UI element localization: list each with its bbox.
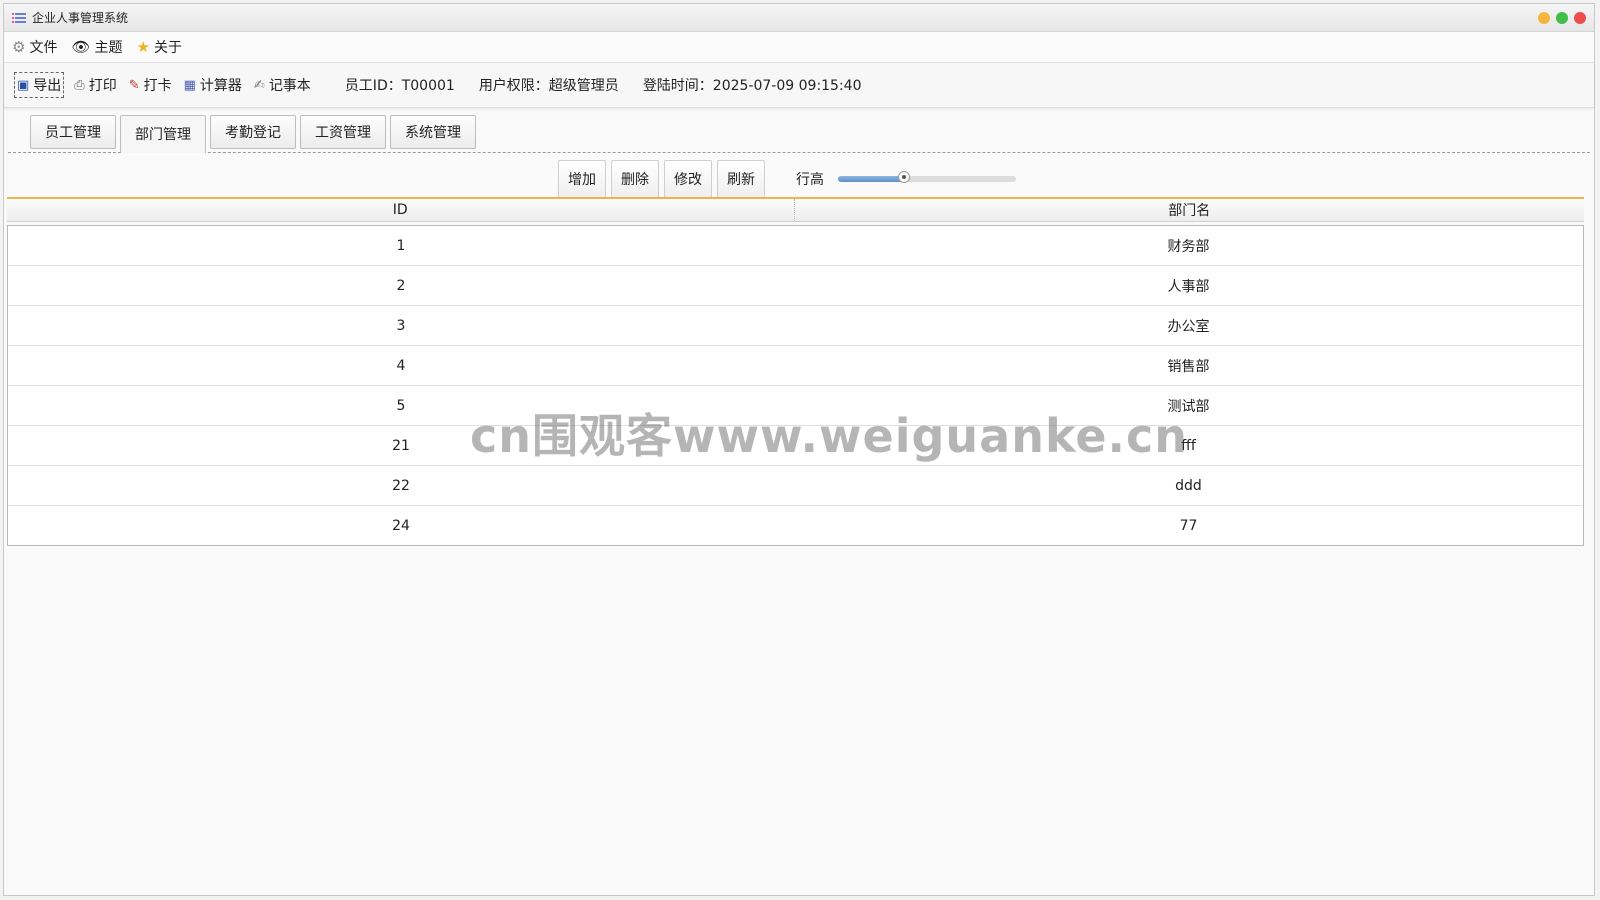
table-header: ID 部门名 — [7, 199, 1584, 222]
cell-department-name: 财务部 — [1167, 238, 1210, 255]
column-header-name[interactable]: 部门名 — [793, 199, 1585, 221]
cell-department-name: 销售部 — [1167, 358, 1210, 375]
cell-department-name: fff — [1181, 437, 1196, 454]
cell-id: 22 — [392, 477, 410, 494]
star-icon: ★ — [136, 37, 150, 56]
menu-item-label: 文件 — [29, 40, 58, 56]
add-button[interactable]: 增加 — [558, 160, 606, 198]
table-row[interactable]: 24 77 — [8, 506, 1583, 545]
cell-id: 2 — [396, 277, 406, 294]
close-button[interactable] — [1574, 11, 1586, 24]
row-height-slider[interactable] — [838, 171, 1016, 183]
toolbar-button-2[interactable]: ✎ 打卡 — [127, 73, 174, 97]
employee-id-label: 员工ID：T00001 — [344, 78, 455, 94]
menu-item-2[interactable]: ★ 关于 — [137, 37, 182, 57]
menu-item-label: 关于 — [153, 40, 182, 56]
cell-department-name: 77 — [1179, 517, 1198, 534]
list-icon — [12, 12, 26, 23]
delete-button[interactable]: 删除 — [611, 160, 659, 198]
table-row[interactable]: 2 人事部 — [8, 266, 1583, 306]
eye-icon: 👁 — [71, 37, 91, 56]
slider-thumb[interactable] — [897, 171, 910, 183]
toolbar: ▣ 导出 ⎙ 打印 ✎ 打卡 ▦ 计算器 ✍ 记事本 员工ID：T00001 用户权限：超级管理员… — [4, 63, 1594, 108]
save-icon: ▣ — [17, 77, 30, 93]
maximize-button[interactable] — [1556, 11, 1568, 24]
edit-button[interactable]: 修改 — [664, 160, 712, 198]
cell-department-name: 测试部 — [1167, 398, 1210, 415]
slider-fill — [838, 176, 904, 182]
login-time-label: 登陆时间：2025-07-09 09:15:40 — [642, 78, 862, 94]
toolbar-button-label: 打卡 — [143, 78, 172, 94]
table-row[interactable]: 1 财务部 — [8, 226, 1583, 266]
tab-3[interactable]: 工资管理 — [300, 115, 386, 149]
tab-2[interactable]: 考勤登记 — [210, 115, 296, 149]
cell-id: 1 — [396, 237, 406, 254]
toolbar-button-label: 打印 — [88, 78, 117, 94]
cell-department-name: 人事部 — [1167, 278, 1210, 295]
cell-id: 5 — [396, 397, 406, 414]
toolbar-button-1[interactable]: ⎙ 打印 — [72, 73, 118, 97]
printer-icon: ⎙ — [74, 77, 85, 93]
calculator-icon: ▦ — [183, 77, 196, 93]
menu-item-0[interactable]: ⚙ 文件 — [12, 37, 57, 57]
table-row[interactable]: 22 ddd — [8, 466, 1583, 506]
toolbar-button-label: 计算器 — [199, 78, 242, 94]
toolbar-button-label: 导出 — [33, 78, 62, 94]
toolbar-button-label: 记事本 — [268, 78, 311, 94]
checkin-icon: ✎ — [128, 77, 140, 93]
table-row[interactable]: 4 销售部 — [8, 346, 1583, 386]
column-header-id[interactable]: ID — [7, 199, 794, 221]
gear-icon: ⚙ — [12, 37, 26, 56]
toolbar-button-4[interactable]: ✍ 记事本 — [252, 73, 313, 97]
department-table: ID 部门名 1 财务部 2 人事部 3 办公室 4 销售部 5 测试部 21 fff 22 ddd 24 7… — [7, 197, 1584, 546]
refresh-button[interactable]: 刷新 — [717, 160, 765, 198]
cell-department-name: 办公室 — [1167, 318, 1210, 335]
cell-id: 24 — [392, 517, 410, 534]
tab-4[interactable]: 系统管理 — [390, 115, 476, 149]
table-row[interactable]: 21 fff — [8, 426, 1583, 466]
tab-0[interactable]: 员工管理 — [30, 115, 116, 149]
row-height-label: 行高 — [796, 172, 824, 188]
notepad-icon: ✍ — [253, 77, 265, 93]
cell-id: 4 — [396, 357, 406, 374]
toolbar-buttons: ▣ 导出 ⎙ 打印 ✎ 打卡 ▦ 计算器 ✍ 记事本 — [14, 72, 321, 98]
toolbar-button-0[interactable]: ▣ 导出 — [14, 72, 65, 98]
minimize-button[interactable] — [1538, 11, 1550, 24]
table-row[interactable]: 5 测试部 — [8, 386, 1583, 426]
tab-bar: 员工管理 部门管理 考勤登记 工资管理 系统管理 — [8, 108, 1590, 153]
cell-department-name: ddd — [1175, 477, 1202, 494]
table-body: 1 财务部 2 人事部 3 办公室 4 销售部 5 测试部 21 fff 22 ddd 24 77 — [7, 225, 1584, 546]
window-title: 企业人事管理系统 — [32, 11, 129, 25]
permission-label: 用户权限：超级管理员 — [478, 78, 619, 94]
title-bar[interactable]: 企业人事管理系统 — [4, 4, 1594, 32]
window-controls — [1538, 11, 1586, 24]
toolbar-button-3[interactable]: ▦ 计算器 — [182, 73, 244, 97]
menu-bar: ⚙ 文件 👁 主题 ★ 关于 — [4, 32, 1594, 63]
table-row[interactable]: 3 办公室 — [8, 306, 1583, 346]
cell-id: 21 — [392, 437, 410, 454]
cell-id: 3 — [396, 317, 406, 334]
menu-item-1[interactable]: 👁 主题 — [71, 37, 122, 57]
tab-1[interactable]: 部门管理 — [120, 115, 206, 153]
menu-item-label: 主题 — [94, 40, 123, 56]
